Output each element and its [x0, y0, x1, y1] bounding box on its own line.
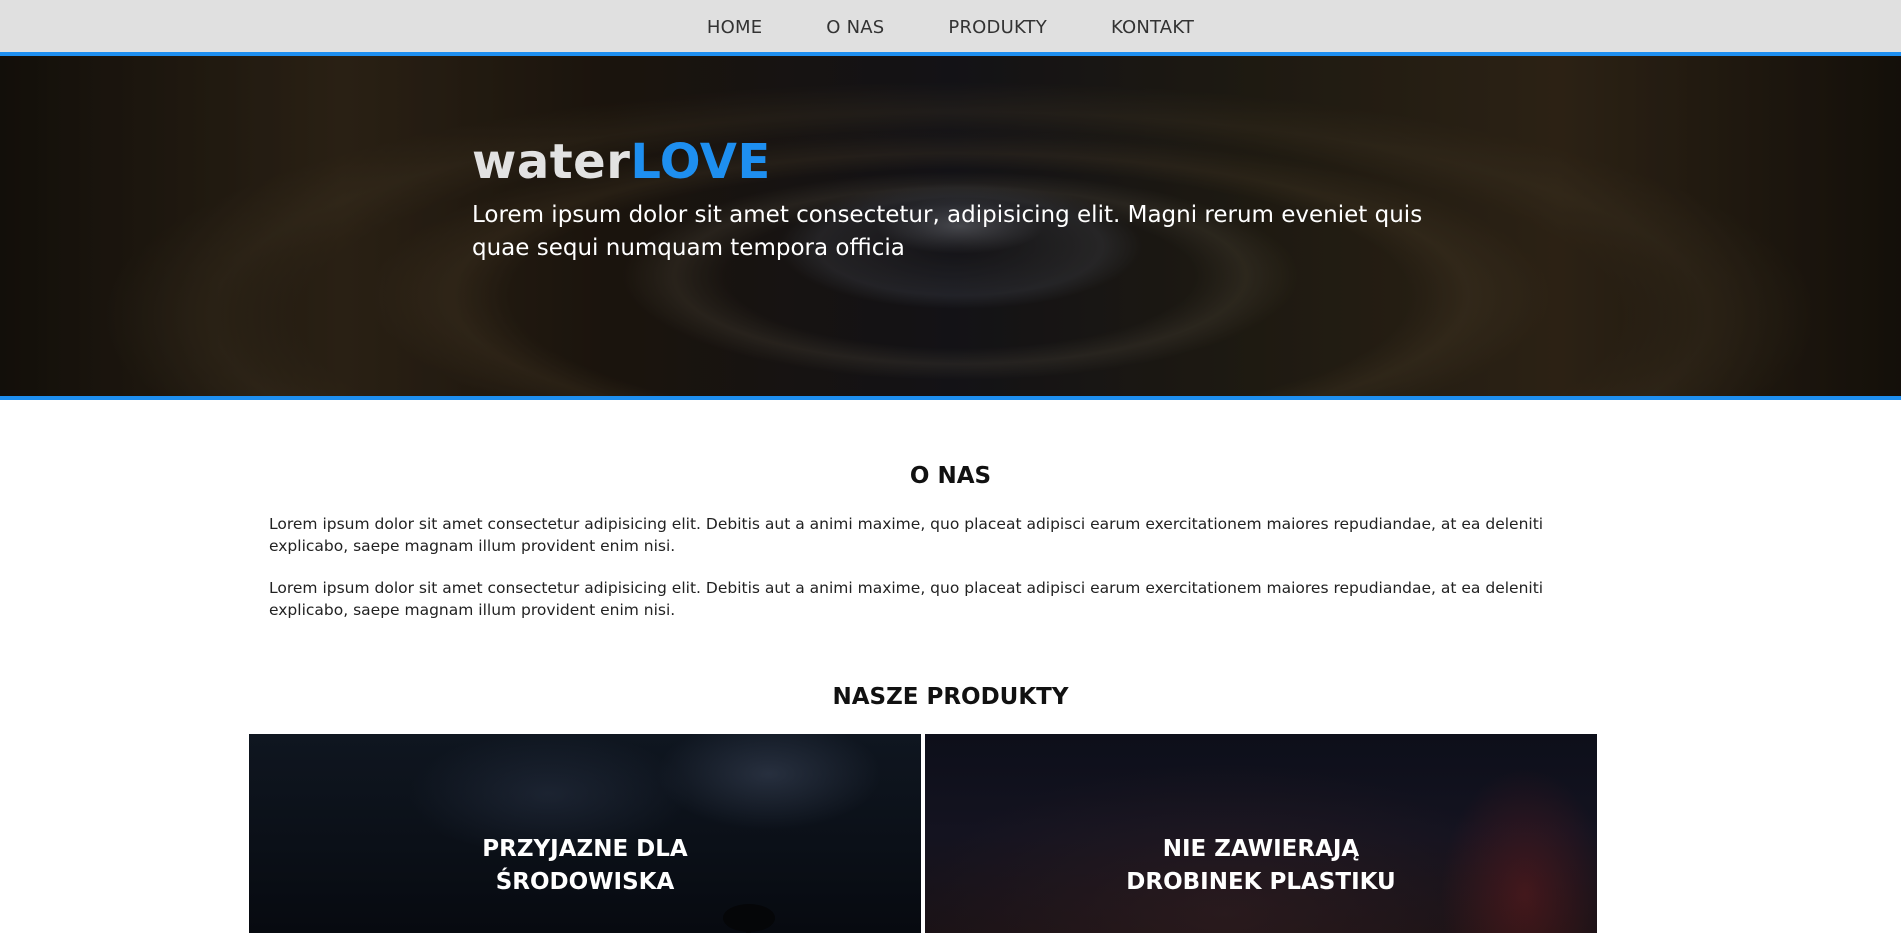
main-nav: HOME O NAS PRODUKTY KONTAKT: [0, 0, 1901, 56]
product-card-no-plastic[interactable]: NIE ZAWIERAJĄ DROBINEK PLASTIKU: [925, 734, 1597, 933]
nav-item-home[interactable]: HOME: [707, 17, 762, 38]
about-paragraph-1: Lorem ipsum dolor sit amet consectetur a…: [269, 515, 1544, 555]
product-card-eco[interactable]: PRZYJAZNE DLA ŚRODOWISKA: [249, 734, 921, 933]
hero-subtitle: Lorem ipsum dolor sit amet consectetur, …: [472, 201, 1423, 261]
nav-item-kontakt[interactable]: KONTAKT: [1111, 17, 1194, 38]
hero-content: waterLOVE Lorem ipsum dolor sit amet con…: [472, 136, 1452, 265]
hero-title: waterLOVE: [472, 136, 1452, 189]
hero-banner: waterLOVE Lorem ipsum dolor sit amet con…: [0, 56, 1901, 400]
hero-title-main: water: [472, 134, 631, 190]
product-card-label: NIE ZAWIERAJĄ DROBINEK PLASTIKU: [1126, 835, 1396, 895]
hero-title-accent: LOVE: [630, 134, 771, 190]
nav-item-produkty[interactable]: PRODUKTY: [948, 17, 1047, 38]
products-title: NASZE PRODUKTY: [832, 684, 1069, 710]
products-grid: PRZYJAZNE DLA ŚRODOWISKA NIE ZAWIERAJĄ D…: [249, 734, 1597, 933]
nav-item-o-nas[interactable]: O NAS: [826, 17, 884, 38]
about-title: O NAS: [909, 463, 992, 489]
product-card-label: PRZYJAZNE DLA ŚRODOWISKA: [482, 835, 688, 895]
about-paragraph-2: Lorem ipsum dolor sit amet consectetur a…: [269, 579, 1544, 619]
